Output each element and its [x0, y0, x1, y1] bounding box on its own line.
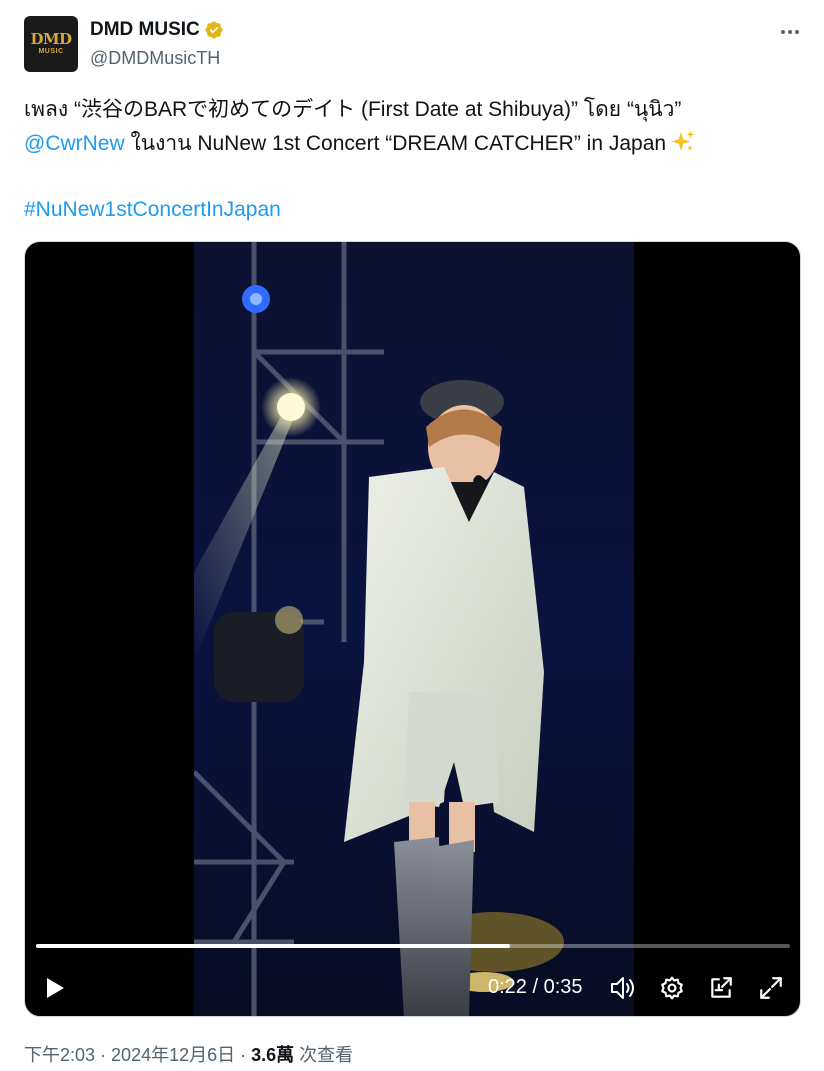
fullscreen-button[interactable] — [755, 968, 787, 1008]
video-frame[interactable] — [194, 242, 634, 1016]
view-count: 3.6萬 — [251, 1045, 295, 1065]
video-progress-fill — [36, 944, 510, 948]
settings-button[interactable] — [656, 968, 688, 1008]
video-time-display: 0:22 / 0:35 — [488, 976, 583, 998]
picture-in-picture-button[interactable] — [705, 968, 737, 1008]
tweet-time[interactable]: 下午2:03 — [24, 1045, 95, 1065]
picture-in-picture-icon — [711, 977, 732, 998]
hashtag-link[interactable]: #NuNew1stConcertInJapan — [24, 193, 804, 227]
avatar-logo-subtext: MUSIC — [38, 48, 64, 55]
author-handle[interactable]: @DMDMusicTH — [90, 48, 220, 69]
volume-icon — [611, 977, 634, 999]
tweet-meta: 下午2:03 · 2024年12月6日 · 3.6萬 次查看 — [24, 1041, 353, 1067]
author-display-name[interactable]: DMD MUSIC — [90, 19, 200, 41]
view-count-label: 次查看 — [294, 1045, 354, 1065]
tweet-card: DMD MUSIC DMD MUSIC @DMDMusicTH เพลง “渋谷… — [0, 0, 824, 1071]
video-controls: 0:22 / 0:35 — [25, 968, 800, 1008]
more-options-icon[interactable] — [778, 20, 802, 44]
sparkles-emoji-icon — [671, 130, 695, 151]
video-player[interactable]: 0:22 / 0:35 — [24, 241, 801, 1017]
avatar-logo-text: DMD — [30, 30, 72, 48]
tweet-text-line-2-rest: ในงาน NuNew 1st Concert “DREAM CATCHER” … — [124, 132, 667, 155]
video-progress-bar[interactable] — [36, 944, 790, 948]
fullscreen-icon — [760, 977, 782, 999]
settings-icon — [661, 976, 683, 1000]
play-icon — [47, 978, 64, 998]
tweet-text-line-2: @CwrNew ในงาน NuNew 1st Concert “DREAM C… — [24, 127, 804, 161]
meta-separator: · — [235, 1045, 252, 1065]
mention-link[interactable]: @CwrNew — [24, 132, 125, 155]
author-name-row: DMD MUSIC — [90, 19, 224, 41]
tweet-text: เพลง “渋谷のBARで初めてのデイト (First Date at Shib… — [24, 93, 804, 227]
volume-button[interactable] — [607, 968, 639, 1008]
avatar[interactable]: DMD MUSIC — [24, 16, 78, 72]
video-still-image — [194, 242, 634, 1016]
play-button[interactable] — [39, 968, 71, 1008]
meta-separator: · — [95, 1045, 112, 1065]
tweet-text-line-1: เพลง “渋谷のBARで初めてのデイト (First Date at Shib… — [24, 98, 682, 121]
verified-badge-icon — [205, 21, 223, 39]
tweet-date[interactable]: 2024年12月6日 — [111, 1045, 235, 1065]
